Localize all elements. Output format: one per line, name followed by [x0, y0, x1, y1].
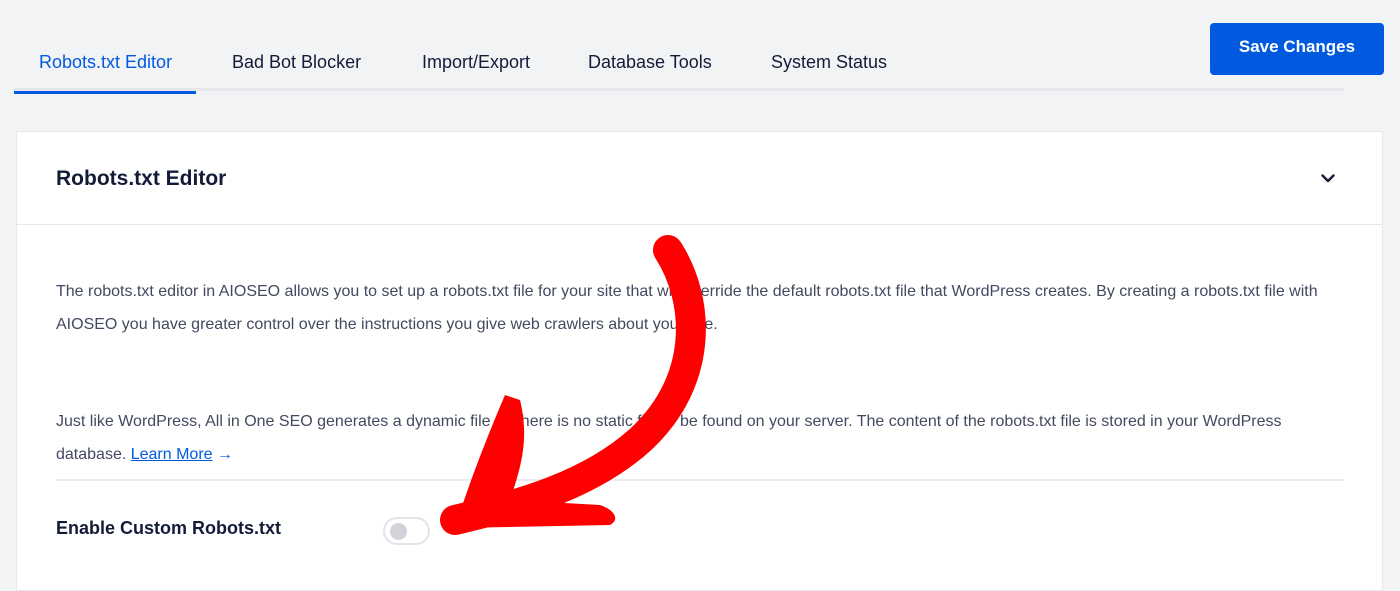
card-title: Robots.txt Editor	[56, 167, 227, 190]
toggle-knob	[390, 523, 407, 540]
tab-database-tools[interactable]: Database Tools	[588, 52, 712, 91]
chevron-down-icon[interactable]	[1320, 170, 1336, 186]
learn-more-link[interactable]: Learn More	[131, 446, 213, 463]
tab-import-export[interactable]: Import/Export	[422, 52, 530, 91]
enable-custom-robots-label: Enable Custom Robots.txt	[56, 518, 282, 538]
description-paragraph-2-text: Just like WordPress, All in One SEO gene…	[56, 413, 1282, 463]
card-header[interactable]: Robots.txt Editor	[17, 132, 1382, 225]
description-paragraph-1: The robots.txt editor in AIOSEO allows y…	[56, 283, 1318, 333]
description-paragraph-2: Just like WordPress, All in One SEO gene…	[56, 405, 1346, 471]
divider	[56, 479, 1344, 481]
tab-robots-txt-editor[interactable]: Robots.txt Editor	[13, 52, 197, 94]
save-changes-button[interactable]: Save Changes	[1210, 23, 1384, 75]
robots-txt-editor-card: Robots.txt Editor The robots.txt editor …	[16, 131, 1383, 591]
tab-system-status[interactable]: System Status	[771, 52, 887, 91]
tab-bar: Robots.txt Editor Bad Bot Blocker Import…	[13, 0, 1344, 94]
tab-bad-bot-blocker[interactable]: Bad Bot Blocker	[232, 52, 361, 91]
enable-custom-robots-toggle[interactable]	[383, 517, 430, 545]
arrow-right-icon: →	[217, 446, 234, 463]
